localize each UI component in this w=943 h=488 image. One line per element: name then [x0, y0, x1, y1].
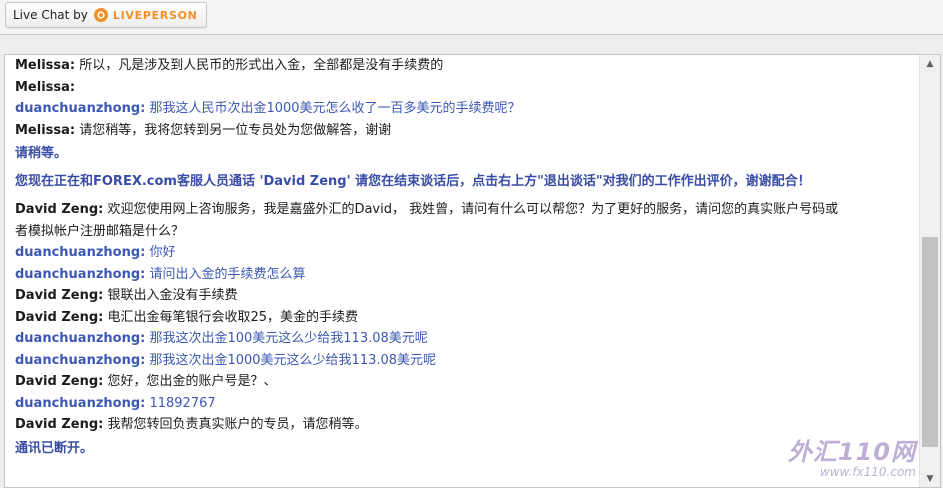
message-text: 请您稍等，我将您转到另一位专员处为您做解答，谢谢	[75, 122, 392, 138]
message-sender: Melissa:	[15, 79, 76, 95]
agent-message: David Zeng: 您好，您出金的账户号是？、	[15, 371, 905, 393]
liveperson-logo-icon	[93, 7, 109, 23]
visitor-message: duanchuanzhong: 请问出入金的手续费怎么算	[15, 264, 905, 286]
message-sender: duanchuanzhong:	[15, 266, 146, 282]
message-text: 那我这次出金1000美元这么少给我113.08美元呢	[145, 352, 437, 368]
watermark-logo: 外汇110网	[787, 438, 916, 466]
message-text: 电汇出金每笔银行会收取25，美金的手续费	[103, 309, 359, 325]
visitor-message: duanchuanzhong: 那我这次出金1000美元这么少给我113.08美…	[15, 350, 905, 372]
message-sender: David Zeng:	[15, 309, 104, 325]
system-message: 您现在正在和FOREX.com客服人员通话 'David Zeng' 请您在结束…	[15, 174, 811, 189]
chat-transcript[interactable]: Melissa: 所以，凡是涉及到人民币的形式出入金，全部都是没有手续费的 Mel…	[4, 54, 941, 488]
brand-prefix: Live Chat by	[13, 8, 88, 22]
message-text: 请问出入金的手续费怎么算	[145, 266, 306, 282]
chat-window: Live Chat by LIVEPERSON Melissa: 所以，凡是涉及…	[0, 0, 943, 488]
visitor-message: duanchuanzhong: 那我这人民币次出金1000美元怎么收了一百多美元…	[15, 98, 905, 120]
message-text: 那我这人民币次出金1000美元怎么收了一百多美元的手续费呢？	[145, 101, 521, 116]
top-bar: Live Chat by LIVEPERSON	[0, 0, 943, 35]
system-message: 请稍等。	[15, 146, 68, 161]
scroll-up-arrow-icon[interactable]: ▲	[920, 55, 940, 72]
visitor-message: duanchuanzhong: 那我这次出金100美元这么少给我113.08美元…	[15, 328, 905, 350]
message-text: 你好	[145, 245, 176, 260]
message-text: 我帮您转回负责真实账户的专员，请您稍等。	[103, 417, 368, 432]
message-text: 您好，您出金的账户号是？、	[103, 374, 277, 389]
message-sender: duanchuanzhong:	[15, 395, 146, 411]
message-sender: duanchuanzhong:	[15, 101, 146, 116]
vertical-scrollbar[interactable]: ▲ ▼	[919, 55, 940, 487]
message-sender: Melissa:	[15, 58, 76, 73]
message-sender: duanchuanzhong:	[15, 245, 146, 260]
agent-message: Melissa: 请您稍等，我将您转到另一位专员处为您做解答，谢谢	[15, 120, 905, 142]
visitor-message: duanchuanzhong: 你好	[15, 242, 905, 264]
agent-message: Melissa: 所以，凡是涉及到人民币的形式出入金，全部都是没有手续费的	[15, 55, 905, 77]
system-message: 通讯已断开。	[15, 440, 94, 456]
liveperson-badge[interactable]: Live Chat by LIVEPERSON	[5, 2, 207, 28]
agent-message: David Zeng: 电汇出金每笔银行会收取25，美金的手续费	[15, 307, 905, 329]
message-sender: David Zeng:	[15, 374, 104, 389]
scroll-down-arrow-icon[interactable]: ▼	[920, 470, 940, 487]
agent-message: David Zeng: 欢迎您使用网上咨询服务，我是嘉盛外汇的David， 我姓…	[15, 199, 850, 242]
scrollbar-thumb[interactable]	[922, 237, 938, 447]
message-sender: David Zeng:	[15, 288, 104, 303]
agent-message: David Zeng: 我帮您转回负责真实账户的专员，请您稍等。	[15, 414, 905, 436]
message-sender: duanchuanzhong:	[15, 331, 146, 346]
watermark: 外汇110网 www.fx110.com	[788, 432, 916, 479]
message-list: Melissa: 所以，凡是涉及到人民币的形式出入金，全部都是没有手续费的 Mel…	[15, 55, 905, 466]
agent-message: David Zeng: 银联出入金没有手续费	[15, 285, 905, 307]
message-sender: David Zeng:	[15, 417, 104, 432]
watermark-url: www.fx110.com	[819, 465, 916, 479]
message-sender: Melissa:	[15, 122, 76, 138]
message-text: 银联出入金没有手续费	[103, 288, 238, 303]
message-text: 所以，凡是涉及到人民币的形式出入金，全部都是没有手续费的	[75, 58, 444, 73]
message-text: 11892767	[145, 395, 216, 411]
agent-message: Melissa:	[15, 77, 905, 99]
brand-name: LIVEPERSON	[112, 8, 198, 22]
visitor-message: duanchuanzhong: 11892767	[15, 393, 905, 415]
message-text: 那我这次出金100美元这么少给我113.08美元呢	[145, 331, 428, 346]
message-text: 欢迎您使用网上咨询服务，我是嘉盛外汇的David， 我姓曾，请问有什么可以帮您？…	[15, 202, 839, 239]
message-sender: David Zeng:	[15, 202, 104, 217]
message-sender: duanchuanzhong:	[15, 352, 146, 368]
